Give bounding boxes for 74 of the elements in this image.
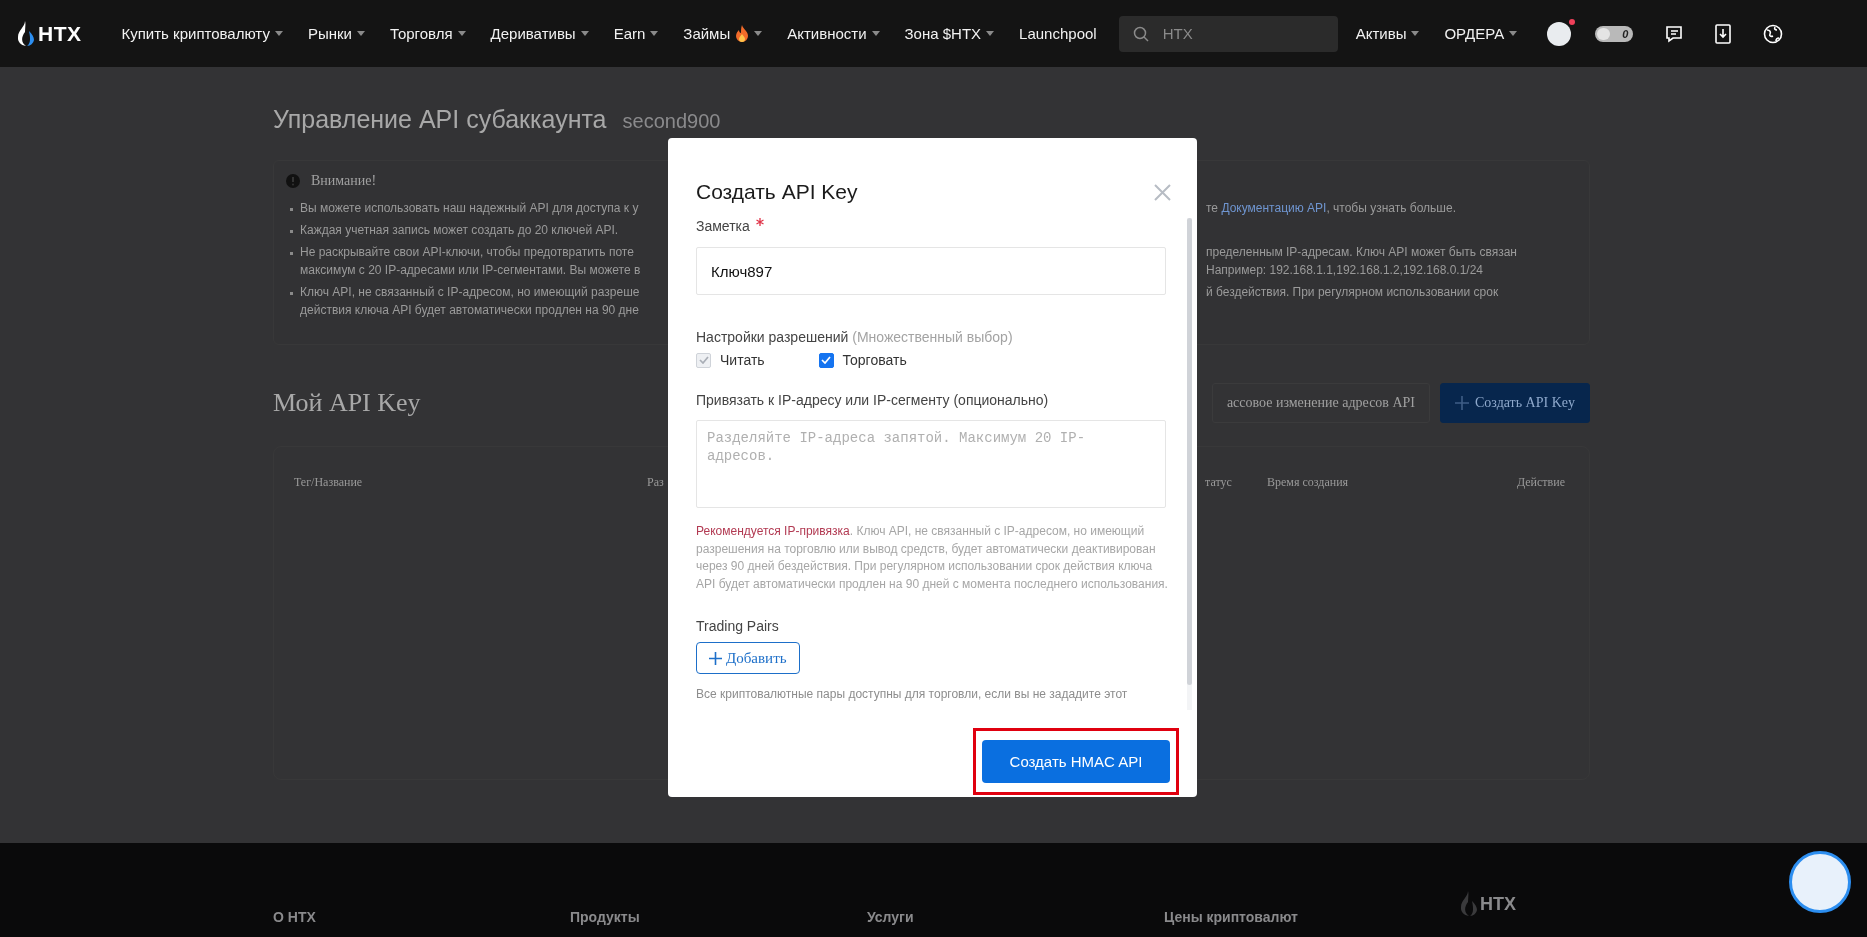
nav-link[interactable]: Earn — [613, 25, 659, 42]
notice-text: Вы можете использовать наш надежный API для доступа к у — [300, 201, 640, 216]
caret-icon — [356, 31, 365, 36]
column-header: Тег/Название — [294, 475, 364, 491]
nav-link[interactable]: Launchpool — [1019, 25, 1097, 42]
scrollbar[interactable] — [1187, 218, 1192, 710]
caret-icon — [274, 31, 283, 36]
notice-text: пределенным IP-адресам. Ключ API может быть связан — [1206, 245, 1517, 260]
caret-icon — [871, 31, 880, 36]
avatar[interactable] — [1547, 21, 1572, 46]
create-hmac-button[interactable]: Создать HMAC API — [982, 740, 1170, 783]
notice-title: Внимание! — [311, 173, 377, 189]
field-label: Trading Pairs — [696, 618, 779, 634]
field-label: Заметка — [696, 218, 750, 234]
notice-text: Например: 192.168.1.1,192.168.1.2,192.168.0.1/24 — [1206, 263, 1483, 278]
column-header: татус — [1205, 475, 1233, 491]
notice-text: Каждая учетная запись может создать до 20 ключей API. — [300, 223, 620, 238]
nav-link[interactable]: Рынки — [307, 25, 365, 42]
page-title: Управление API субаккаунта — [273, 105, 607, 134]
column-header: Действие — [1516, 475, 1565, 491]
caret-icon — [986, 31, 995, 36]
notice-text: й бездействия. При регулярном использовании срок — [1206, 285, 1499, 300]
plus-icon — [1455, 396, 1469, 410]
column-header: Раз — [647, 475, 664, 491]
field-label: Настройки разрешений (Множественный выбор) — [696, 329, 1013, 345]
logo-flame-icon — [1461, 891, 1477, 917]
section-title: Мой API Key — [273, 388, 421, 418]
add-button[interactable]: Добавить — [696, 642, 800, 674]
footer-heading: Продукты — [570, 909, 641, 925]
globe-icon[interactable] — [1763, 23, 1784, 44]
logo-text[interactable]: HTX — [38, 21, 82, 46]
column-header: Время создания — [1267, 475, 1350, 491]
menu-link[interactable]: ОРДЕРА — [1444, 25, 1518, 42]
caret-icon — [457, 31, 466, 36]
ip-warning-text: Рекомендуется IP-привязка. Ключ API, не связанный с IP-адресом, но имеющий разрешения на торговлю или вывод средств, будет автоматически деактивирован через 90 дней бездействия. При регулярном использовании срок действия ключа API будет автоматически продлен на 90 дней с момента последнего использования. — [696, 523, 1168, 593]
nav-link[interactable]: Займы — [683, 24, 763, 43]
notice-text: Не раскрывайте свои API-ключи, чтобы предотвратить поте — [300, 245, 635, 260]
pairs-note: Все криптовалютные пары доступны для торговли, если вы не зададите этот — [696, 687, 1129, 701]
notice-text: действия ключа API будет автоматически продлен на 90 дне — [300, 303, 640, 318]
footer-heading: О HTX — [273, 909, 317, 925]
footer-heading: Цены криптовалют — [1164, 909, 1299, 925]
create-key-button[interactable]: Создать API Key — [1440, 383, 1590, 423]
caret-icon — [754, 31, 763, 36]
permission-checkbox[interactable]: Торговать — [818, 352, 907, 368]
caret-icon — [1411, 31, 1420, 36]
nav-link[interactable]: Зона $HTX — [904, 25, 995, 42]
logo-flame-icon — [18, 20, 34, 47]
flame-icon — [735, 24, 750, 43]
footer-heading: Услуги — [867, 909, 915, 925]
nav-link[interactable]: Купить криптовалюту — [121, 25, 283, 42]
search-icon — [1132, 25, 1149, 42]
points-pill[interactable]: 0 — [1595, 25, 1634, 42]
caret-icon — [650, 31, 659, 36]
dialog-title: Создать API Key — [696, 180, 858, 204]
footer-logo-text: HTX — [1480, 893, 1516, 915]
menu-link[interactable]: Активы — [1355, 25, 1420, 42]
input-field[interactable]: Ключ897 — [696, 247, 1166, 295]
download-icon[interactable] — [1715, 23, 1732, 44]
field-label: Привязать к IP-адресу или IP-сегменту (опционально) — [696, 392, 1049, 408]
caret-icon — [1509, 31, 1518, 36]
caret-icon — [580, 31, 589, 36]
nav-link[interactable]: Торговля — [389, 25, 466, 42]
notice-text: те Документацию API, чтобы узнать больше. — [1206, 201, 1456, 216]
bulk-edit-button[interactable]: ассовое изменение адресов API — [1211, 383, 1430, 423]
nav-link[interactable]: Деривативы — [490, 25, 589, 42]
plus-icon — [709, 651, 722, 665]
warning-icon — [286, 174, 300, 188]
notes-icon[interactable] — [1665, 24, 1684, 43]
ip-address-field[interactable]: Разделяйте IP-адреса запятой. Максимум 20 IP-адресов. — [696, 420, 1166, 508]
nav-link[interactable]: Активности — [787, 25, 880, 42]
notice-text: максимум с 20 IP-адресами или IP-сегментами. Вы можете в — [300, 263, 642, 278]
notice-text: Ключ API, не связанный с IP-адресом, но имеющий разреше — [300, 285, 641, 300]
search-field[interactable]: HTX — [1118, 15, 1338, 52]
subaccount-name: second900 — [622, 110, 721, 133]
